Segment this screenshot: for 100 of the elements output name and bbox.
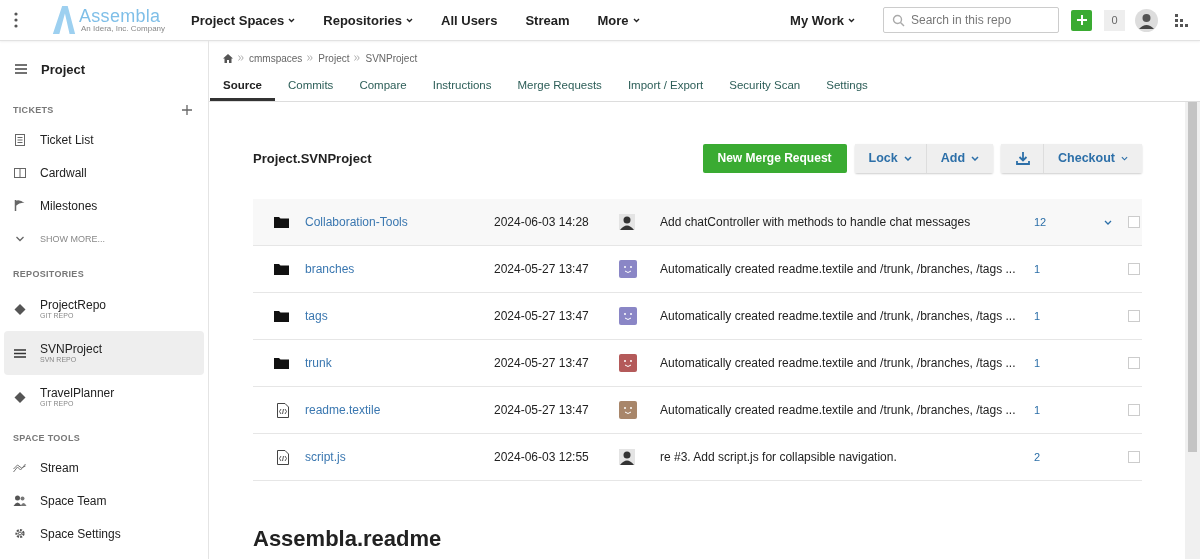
file-row[interactable]: script.js 2024-06-03 12:55 re #3. Add script.js for collapsible navigation. 2 <box>253 433 1142 480</box>
commit-date: 2024-06-03 14:28 <box>494 215 590 229</box>
commit-message: Automatically created readme.textile and /trunk, /branches, /tags ... <box>660 262 1017 276</box>
row-checkbox[interactable] <box>1128 263 1140 275</box>
revision-count[interactable]: 2 <box>1034 451 1104 463</box>
file-row[interactable]: tags 2024-05-27 13:47 Automatically created readme.textile and /trunk, /branches, /tags ... 1 <box>253 292 1142 339</box>
tab[interactable]: Compare <box>346 73 420 101</box>
file-row[interactable]: branches 2024-05-27 13:47 Automatically created readme.textile and /trunk, /branches, /tags ... 1 <box>253 245 1142 292</box>
sidebar-item[interactable]: Ticket List <box>4 123 204 156</box>
section-heading: TICKETS <box>13 105 54 115</box>
kebab-menu-icon[interactable] <box>13 12 19 28</box>
scrollbar-thumb[interactable] <box>1188 102 1197 452</box>
commit-date: 2024-05-27 13:47 <box>494 403 590 417</box>
row-checkbox[interactable] <box>1128 216 1140 228</box>
commit-message: Add chatController with methods to handle chat messages <box>660 215 972 229</box>
sidebar-title: Project <box>41 61 86 77</box>
row-checkbox[interactable] <box>1128 357 1140 369</box>
add-button[interactable] <box>1071 9 1092 31</box>
commit-date: 2024-05-27 13:47 <box>494 356 590 370</box>
my-work-menu[interactable]: My Work <box>790 12 855 28</box>
commit-message: Automatically created readme.textile and /trunk, /branches, /tags ... <box>660 309 1017 323</box>
item-label: Space Team <box>40 493 107 508</box>
revision-count[interactable]: 1 <box>1034 404 1104 416</box>
caret-icon <box>406 17 413 23</box>
checkout-button[interactable]: Checkout <box>1044 143 1142 173</box>
file-name-link[interactable]: readme.textile <box>305 403 494 417</box>
logo-tagline: An Idera, Inc. Company <box>81 25 166 33</box>
repo-name: ProjectRepo <box>40 298 107 312</box>
home-icon[interactable] <box>223 53 233 63</box>
sidebar-item[interactable]: Space Team <box>4 484 204 517</box>
nav-link[interactable]: Stream <box>525 12 570 28</box>
search-field[interactable]: Search in this repo <box>883 7 1059 33</box>
file-name-link[interactable]: trunk <box>305 356 494 370</box>
row-checkbox[interactable] <box>1128 310 1140 322</box>
logo-mark-icon <box>51 6 77 34</box>
repo-icon <box>13 348 27 358</box>
tab[interactable]: Import / Export <box>614 73 717 101</box>
item-label: Stream <box>40 460 79 475</box>
sidebar-item[interactable]: Space Settings <box>4 517 204 550</box>
sidebar-item[interactable]: SHOW MORE... <box>4 222 204 255</box>
lock-button[interactable]: Lock <box>854 143 927 173</box>
nav-link[interactable]: Project Spaces <box>191 12 296 28</box>
breadcrumb-link[interactable]: cmmspaces <box>249 52 303 64</box>
author-avatar <box>619 214 635 230</box>
nav-link[interactable]: All Users <box>441 12 498 28</box>
folder-icon <box>274 263 289 275</box>
file-name-link[interactable]: tags <box>305 309 494 323</box>
download-button[interactable] <box>1001 143 1045 173</box>
breadcrumb-link[interactable]: Project <box>318 52 350 64</box>
add-menu-button[interactable]: Add <box>926 143 994 173</box>
diamond-icon <box>13 303 27 315</box>
breadcrumb-link[interactable]: SVNProject <box>365 52 418 64</box>
item-label: Space Settings <box>40 526 121 541</box>
chevron-icon <box>13 235 27 242</box>
sidebar-item[interactable]: Cardwall <box>4 156 204 189</box>
team-icon <box>13 495 27 506</box>
notification-count[interactable]: 0 <box>1104 9 1125 31</box>
nav-link[interactable]: Repositories <box>323 12 413 28</box>
tab[interactable]: Settings <box>813 73 881 101</box>
section-heading: REPOSITORIES <box>13 269 84 279</box>
tab[interactable]: Source <box>210 73 275 101</box>
commit-date: 2024-05-27 13:47 <box>494 309 590 323</box>
file-name-link[interactable]: branches <box>305 262 494 276</box>
row-checkbox[interactable] <box>1128 404 1140 416</box>
file-row[interactable]: readme.textile 2024-05-27 13:47 Automatically created readme.textile and /trunk, /branches, /tags ... 1 <box>253 386 1142 433</box>
file-name-link[interactable]: script.js <box>305 450 494 464</box>
sidebar-item[interactable]: Milestones <box>4 189 204 222</box>
revision-count[interactable]: 1 <box>1034 310 1104 322</box>
chevron-icon[interactable] <box>1104 219 1112 225</box>
add-icon[interactable] <box>182 105 192 115</box>
separator-icon <box>238 55 244 61</box>
caret-icon <box>903 155 912 161</box>
menu-icon[interactable] <box>15 64 27 74</box>
tab[interactable]: Merge Requests <box>504 73 615 101</box>
caret-icon <box>288 17 296 23</box>
item-label: Ticket List <box>40 132 94 147</box>
section-heading: SPACE TOOLS <box>13 433 80 443</box>
caret-icon <box>971 155 980 161</box>
caret-icon <box>848 17 855 23</box>
row-checkbox[interactable] <box>1128 451 1140 463</box>
tab[interactable]: Instructions <box>419 73 505 101</box>
tab[interactable]: Security Scan <box>716 73 814 101</box>
user-avatar[interactable] <box>1135 8 1158 32</box>
author-avatar <box>619 449 635 465</box>
stream-icon <box>13 462 27 473</box>
board-icon <box>13 167 27 178</box>
separator-icon <box>307 55 314 61</box>
file-name-link[interactable]: Collaboration-Tools <box>305 215 494 229</box>
file-row[interactable]: Collaboration-Tools 2024-06-03 14:28 Add chatController with methods to handle chat messages 12 <box>253 199 1142 245</box>
revision-count[interactable]: 12 <box>1034 216 1104 228</box>
sidebar-item[interactable]: Stream <box>4 451 204 484</box>
file-row[interactable]: trunk 2024-05-27 13:47 Automatically created readme.textile and /trunk, /branches, /tags ... 1 <box>253 339 1142 386</box>
revision-count[interactable]: 1 <box>1034 263 1104 275</box>
nav-link[interactable]: More <box>597 12 640 28</box>
commit-date: 2024-06-03 12:55 <box>494 450 590 464</box>
folder-icon <box>274 357 289 369</box>
folder-icon <box>274 310 289 322</box>
tab[interactable]: Commits <box>275 73 347 101</box>
apps-grid-icon[interactable] <box>1175 13 1188 27</box>
revision-count[interactable]: 1 <box>1034 357 1104 369</box>
